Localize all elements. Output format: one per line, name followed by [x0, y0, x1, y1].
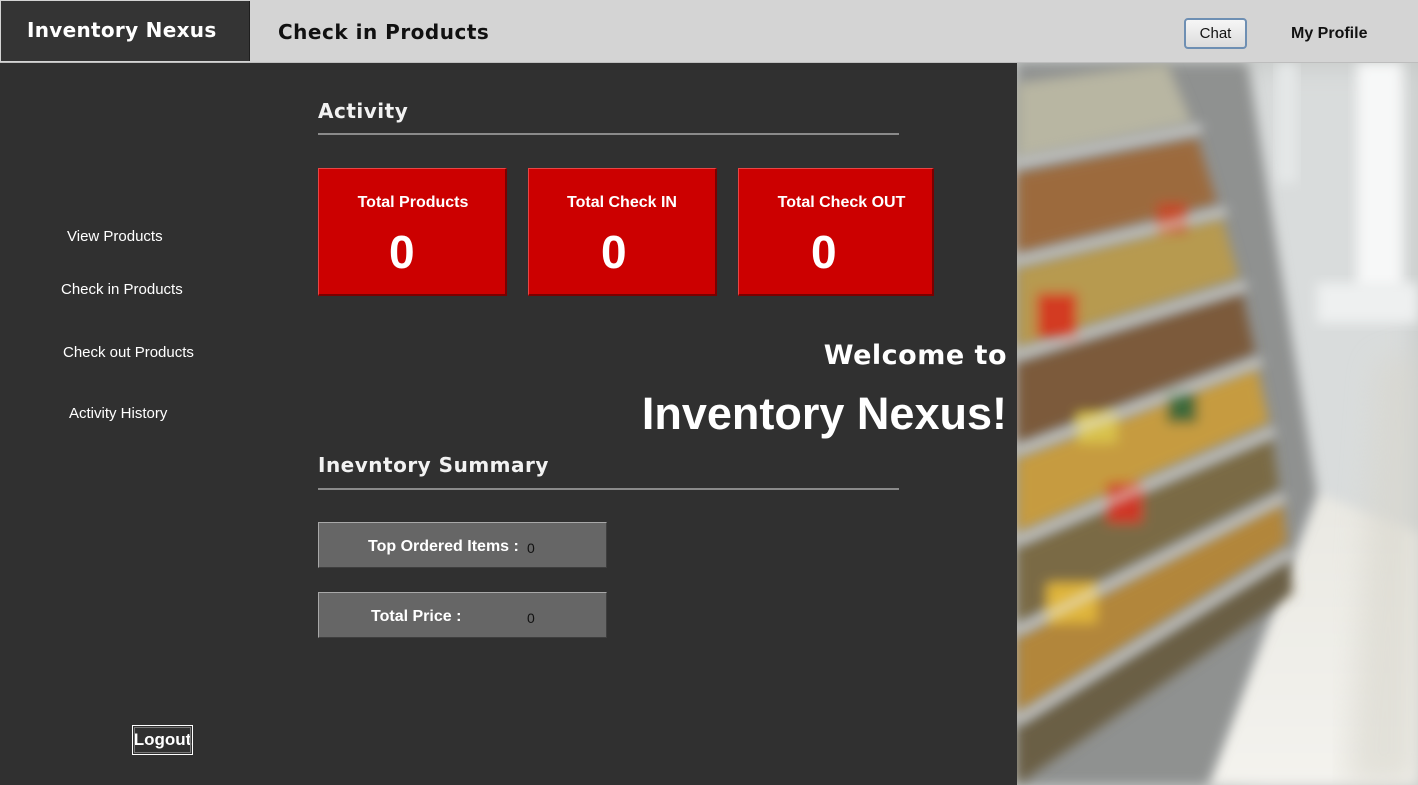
top-ordered-items-label: Top Ordered Items :: [368, 538, 519, 555]
my-profile-link[interactable]: My Profile: [1291, 25, 1367, 43]
chat-button[interactable]: Chat: [1184, 18, 1247, 49]
total-price-box: Total Price : 0: [318, 592, 607, 638]
total-check-in-label: Total Check IN: [567, 194, 677, 211]
brand-box: Inventory Nexus: [1, 1, 250, 61]
top-ordered-items-value: 0: [527, 540, 535, 556]
activity-divider: [318, 133, 899, 135]
total-products-label: Total Products: [357, 194, 469, 211]
total-products-value: 0: [389, 226, 415, 278]
supermarket-aisle-photo: [1017, 63, 1418, 785]
total-check-in-value: 0: [601, 226, 627, 278]
summary-heading: Inevntory Summary: [318, 453, 549, 477]
total-products-card: Total Products 0: [318, 168, 507, 296]
total-check-out-label: Total Check OUT: [777, 194, 906, 211]
logout-button[interactable]: Logout: [132, 725, 193, 755]
activity-heading: Activity: [318, 99, 409, 123]
welcome-line-2: Inventory Nexus!: [641, 388, 1007, 439]
sidebar-item-view-products[interactable]: View Products: [67, 228, 163, 245]
total-check-in-card: Total Check IN 0: [528, 168, 717, 296]
app-window: Inventory Nexus Check in Products Chat M…: [0, 0, 1418, 785]
summary-divider: [318, 488, 899, 490]
supermarket-aisle-image: [1017, 63, 1418, 785]
total-check-out-value: 0: [811, 226, 837, 278]
sidebar-item-check-out-products[interactable]: Check out Products: [63, 344, 194, 361]
total-price-label: Total Price :: [371, 608, 462, 625]
sidebar-item-check-in-products[interactable]: Check in Products: [61, 281, 183, 298]
sidebar-item-activity-history[interactable]: Activity History: [69, 405, 167, 422]
brand-title: Inventory Nexus: [27, 18, 217, 42]
page-title: Check in Products: [278, 20, 490, 44]
top-bar: Inventory Nexus Check in Products Chat M…: [0, 0, 1418, 63]
total-check-out-card: Total Check OUT 0: [738, 168, 934, 296]
top-ordered-items-box: Top Ordered Items : 0: [318, 522, 607, 568]
total-price-value: 0: [527, 610, 535, 626]
welcome-line-1: Welcome to: [823, 340, 1007, 371]
